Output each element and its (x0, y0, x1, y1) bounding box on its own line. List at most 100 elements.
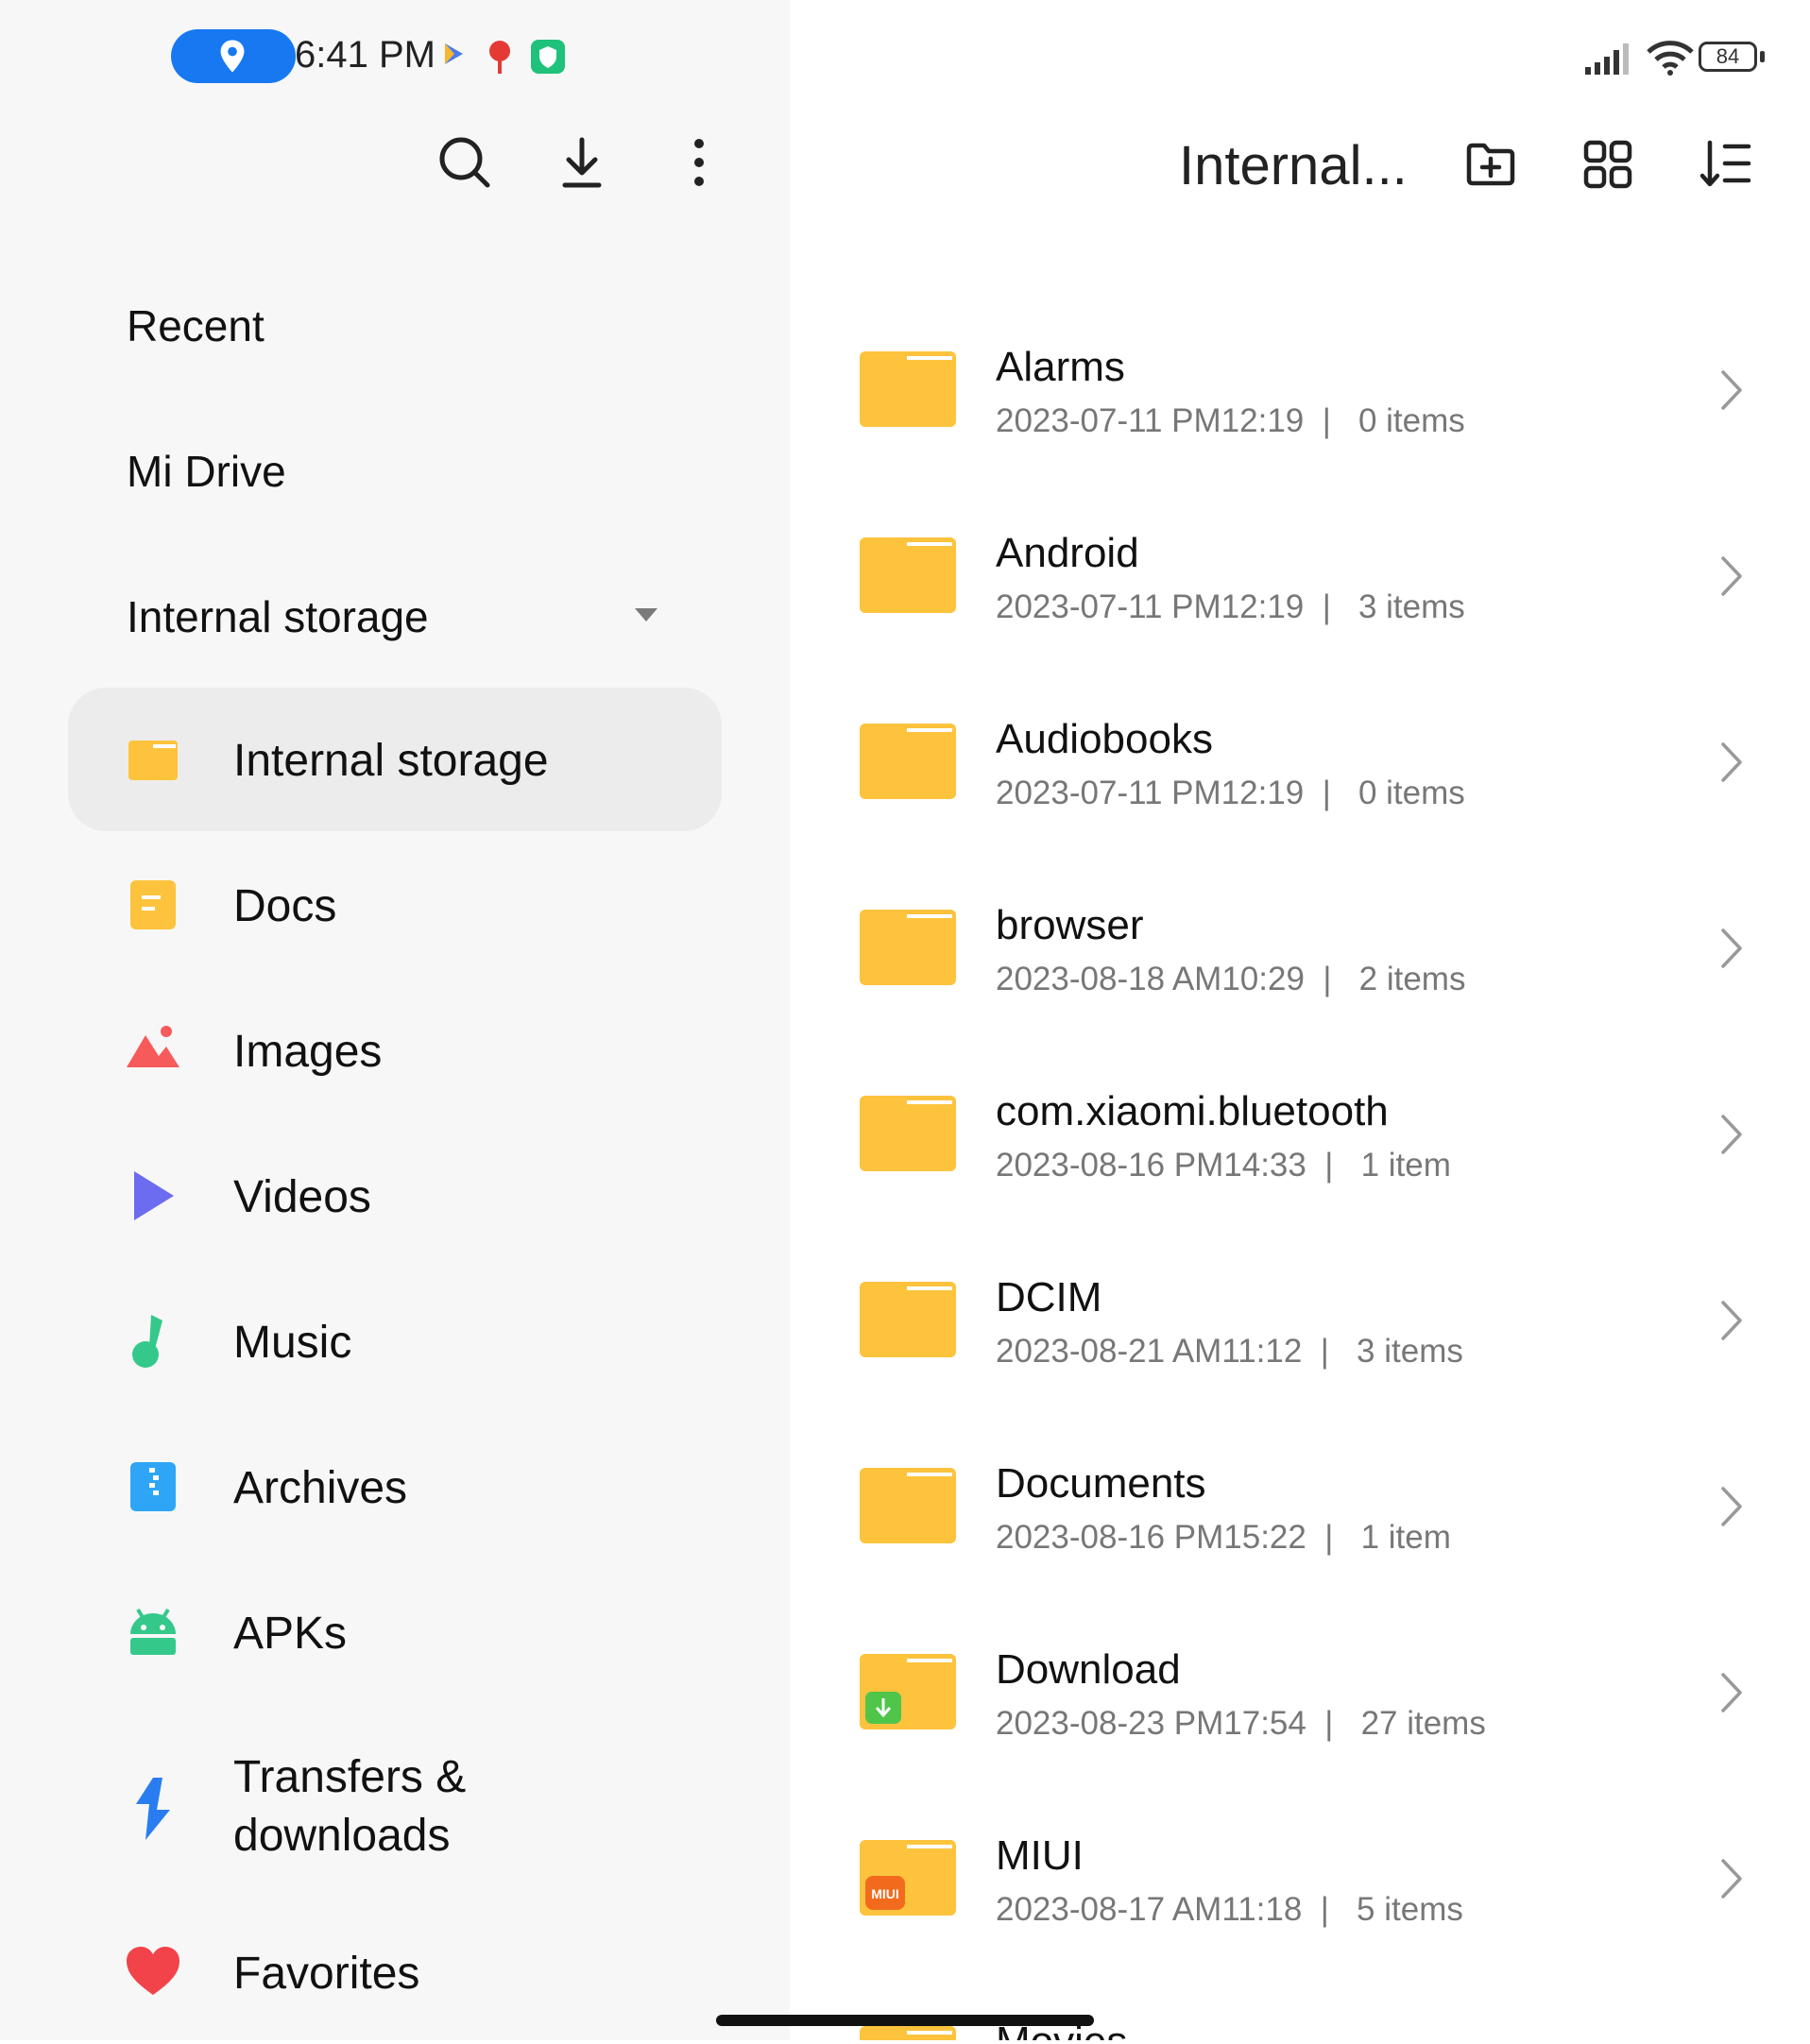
sidebar-item-favorites[interactable]: Favorites (68, 1900, 722, 2044)
sidebar-item-label: APKs (233, 1609, 348, 1659)
folder-icon (860, 724, 956, 799)
chevron-right-icon (1721, 370, 1742, 410)
sidebar-item-apks[interactable]: APKs (68, 1560, 722, 1704)
folder-meta: 2023-07-11 PM12:19 | 0 items (996, 402, 1465, 439)
sidebar-item-internal-storage[interactable]: Internal storage (68, 688, 722, 831)
sidebar-item-label-line2: downloads (233, 1811, 451, 1861)
search-icon (439, 137, 490, 188)
folder-name: Documents (996, 1460, 1206, 1507)
folder-name: MIUI (996, 1832, 1084, 1879)
sidebar-item-label: Videos (233, 1172, 371, 1222)
folder-icon (860, 910, 956, 985)
sidebar-item-videos[interactable]: Videos (68, 1124, 722, 1268)
sidebar-item-label: Images (233, 1027, 383, 1077)
sidebar: 6:41 PM Recent Mi Drive Internal storage… (0, 0, 790, 2040)
archive-icon (130, 1462, 176, 1511)
du-icon (489, 41, 510, 74)
chevron-right-icon (1721, 742, 1742, 782)
folder-name: DCIM (996, 1274, 1102, 1320)
folder-row[interactable]: Audiobooks 2023-07-11 PM12:19 | 0 items (790, 684, 1810, 863)
folder-row[interactable]: Documents 2023-08-16 PM15:22 | 1 item (790, 1428, 1810, 1608)
folder-miui-icon: MIUI (860, 1840, 956, 1916)
wifi-icon (1647, 41, 1694, 76)
signal-icon (1585, 43, 1629, 75)
main-pane: 84 Internal... Alarms 2023-07-11 PM12:19… (790, 0, 1810, 2040)
folder-meta: 2023-08-18 AM10:29 | 2 items (996, 961, 1466, 997)
sidebar-item-transfers[interactable]: Transfers & downloads (68, 1738, 722, 1880)
folder-row[interactable]: Android 2023-07-11 PM12:19 | 3 items (790, 498, 1810, 677)
sidebar-item-label: Favorites (233, 1949, 420, 1999)
sidebar-item-label: Transfers & (233, 1752, 467, 1802)
folder-icon (860, 1282, 956, 1357)
sort-icon (1699, 140, 1751, 187)
chevron-right-icon (1721, 1115, 1742, 1154)
grid-icon (1583, 140, 1632, 189)
battery-tip (1760, 51, 1765, 62)
folder-icon (860, 2026, 956, 2040)
folder-row[interactable]: Download 2023-08-23 PM17:54 | 27 items (790, 1614, 1810, 1794)
more-options-button[interactable] (671, 134, 727, 191)
heart-icon (127, 1947, 179, 1995)
folder-meta: 2023-08-17 AM11:18 | 5 items (996, 1891, 1463, 1928)
folder-row[interactable]: Movies (790, 1986, 1810, 2040)
sidebar-item-docs[interactable]: Docs (68, 833, 722, 977)
folder-icon (860, 1468, 956, 1543)
folder-icon (860, 537, 956, 613)
transfer-icon (136, 1778, 170, 1840)
folder-row[interactable]: DCIM 2023-08-21 AM11:12 | 3 items (790, 1242, 1810, 1422)
play-icon (445, 43, 463, 64)
download-button[interactable] (554, 134, 610, 191)
folder-row[interactable]: MIUI MIUI 2023-08-17 AM11:18 | 5 items (790, 1800, 1810, 1980)
chevron-right-icon (1721, 556, 1742, 596)
home-indicator[interactable] (716, 2015, 1094, 2026)
grid-view-button[interactable] (1581, 138, 1634, 191)
folder-icon (860, 1096, 956, 1171)
sidebar-item-label: Archives (233, 1463, 408, 1513)
folder-meta: 2023-07-11 PM12:19 | 3 items (996, 588, 1465, 625)
new-folder-icon (1466, 143, 1515, 186)
folder-name: browser (996, 902, 1144, 948)
sidebar-item-images[interactable]: Images (68, 979, 722, 1122)
folder-name: Audiobooks (996, 716, 1213, 762)
folder-name: Download (996, 1646, 1181, 1693)
battery-icon: 84 (1699, 42, 1757, 72)
more-vertical-icon (694, 139, 704, 186)
folder-download-icon (860, 1654, 956, 1729)
search-button[interactable] (436, 134, 493, 191)
chevron-right-icon (1721, 1301, 1742, 1340)
chevron-right-icon (1721, 928, 1742, 968)
nav-mi-drive[interactable]: Mi Drive (127, 446, 286, 497)
image-icon (127, 1026, 179, 1067)
folder-name: com.xiaomi.bluetooth (996, 1088, 1389, 1134)
folder-icon (860, 351, 956, 427)
folder-row[interactable]: browser 2023-08-18 AM10:29 | 2 items (790, 870, 1810, 1049)
folder-name: Android (996, 530, 1139, 576)
folder-icon (128, 741, 178, 780)
page-title: Internal... (1179, 135, 1408, 196)
folder-name: Alarms (996, 344, 1125, 390)
shield-icon (531, 40, 565, 74)
folder-meta: 2023-08-23 PM17:54 | 27 items (996, 1705, 1486, 1742)
download-icon (562, 137, 602, 188)
clock: 6:41 PM (295, 34, 435, 76)
nav-internal-storage-header[interactable]: Internal storage (127, 591, 429, 642)
location-icon (220, 40, 245, 73)
doc-icon (130, 880, 176, 929)
folder-meta: 2023-07-11 PM12:19 | 0 items (996, 775, 1465, 811)
folder-row[interactable]: Alarms 2023-07-11 PM12:19 | 0 items (790, 312, 1810, 491)
new-folder-button[interactable] (1464, 138, 1517, 191)
sidebar-item-music[interactable]: Music (68, 1269, 722, 1413)
sort-button[interactable] (1699, 138, 1751, 191)
dropdown-arrow-icon[interactable] (635, 608, 657, 622)
sidebar-item-label: Docs (233, 881, 337, 931)
nav-recent[interactable]: Recent (127, 300, 265, 351)
chevron-right-icon (1721, 1673, 1742, 1712)
folder-meta: 2023-08-16 PM14:33 | 1 item (996, 1147, 1451, 1184)
android-icon (130, 1608, 176, 1655)
folder-meta: 2023-08-21 AM11:12 | 3 items (996, 1333, 1463, 1370)
video-icon (134, 1171, 174, 1220)
sidebar-item-label: Music (233, 1318, 352, 1368)
location-indicator[interactable] (171, 29, 296, 83)
folder-row[interactable]: com.xiaomi.bluetooth 2023-08-16 PM14:33 … (790, 1056, 1810, 1235)
sidebar-item-archives[interactable]: Archives (68, 1415, 722, 1559)
